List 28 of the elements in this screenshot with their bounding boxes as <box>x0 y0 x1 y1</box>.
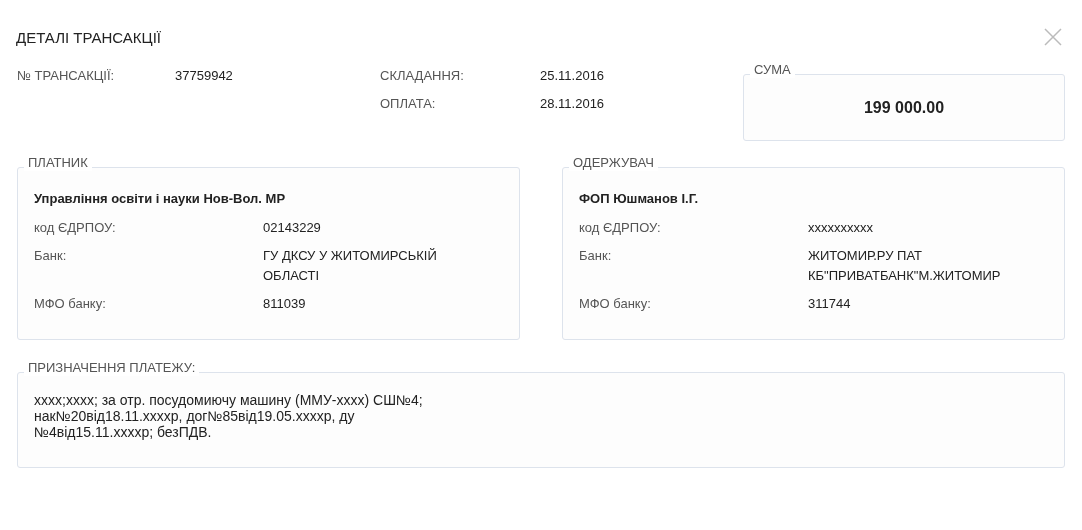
field-label: код ЄДРПОУ: <box>579 219 662 237</box>
party-name: Управління освіти і науки Нов-Вол. МР <box>34 191 287 206</box>
field-value: 37759942 <box>175 68 234 83</box>
close-icon[interactable] <box>1044 28 1062 46</box>
panel-legend: СУМА <box>750 62 795 78</box>
field-label: Банк: <box>34 247 68 265</box>
field-label: МФО банку: <box>579 295 652 313</box>
panel-legend: ПЛАТНИК <box>24 155 92 171</box>
field-label: ОПЛАТА: <box>380 96 437 111</box>
purpose-text: xxxx;xxxx; за отр. посудомиючу машину (ММУ-xxxx) СШ№4; нак№20від18.11.xxxxр, дог№85від19.05.xxxxр, ду №4від15.11.xxxxр; безПДВ. <box>34 392 424 440</box>
field-value: 311744 <box>808 295 852 313</box>
panel-legend: ПРИЗНАЧЕННЯ ПЛАТЕЖУ: <box>24 360 200 376</box>
field-value: 28.11.2016 <box>540 96 606 111</box>
dialog-title: ДЕТАЛІ ТРАНСАКЦІЇ <box>16 28 162 48</box>
field-label: Банк: <box>579 247 613 265</box>
panel-legend: ОДЕРЖУВАЧ <box>569 155 658 171</box>
field-value: ГУ ДКСУ У ЖИТОМИРСЬКІЙ ОБЛАСТІ <box>263 247 438 285</box>
field-value: 25.11.2016 <box>540 68 606 83</box>
field-label: МФО банку: <box>34 295 107 313</box>
field-value: 811039 <box>263 295 307 313</box>
field-value: ЖИТОМИР.РУ ПАТ КБ"ПРИВАТБАНК"М.ЖИТОМИР <box>808 247 1002 285</box>
field-value: 02143229 <box>263 219 322 237</box>
field-label: СКЛАДАННЯ: <box>380 68 465 83</box>
field-label: № ТРАНСАКЦІЇ: <box>17 68 116 83</box>
field-value: xxxxxxxxxx <box>808 219 874 237</box>
sum-value: 199 000.00 <box>863 98 945 117</box>
party-name: ФОП Юшманов І.Г. <box>579 191 700 206</box>
field-label: код ЄДРПОУ: <box>34 219 117 237</box>
